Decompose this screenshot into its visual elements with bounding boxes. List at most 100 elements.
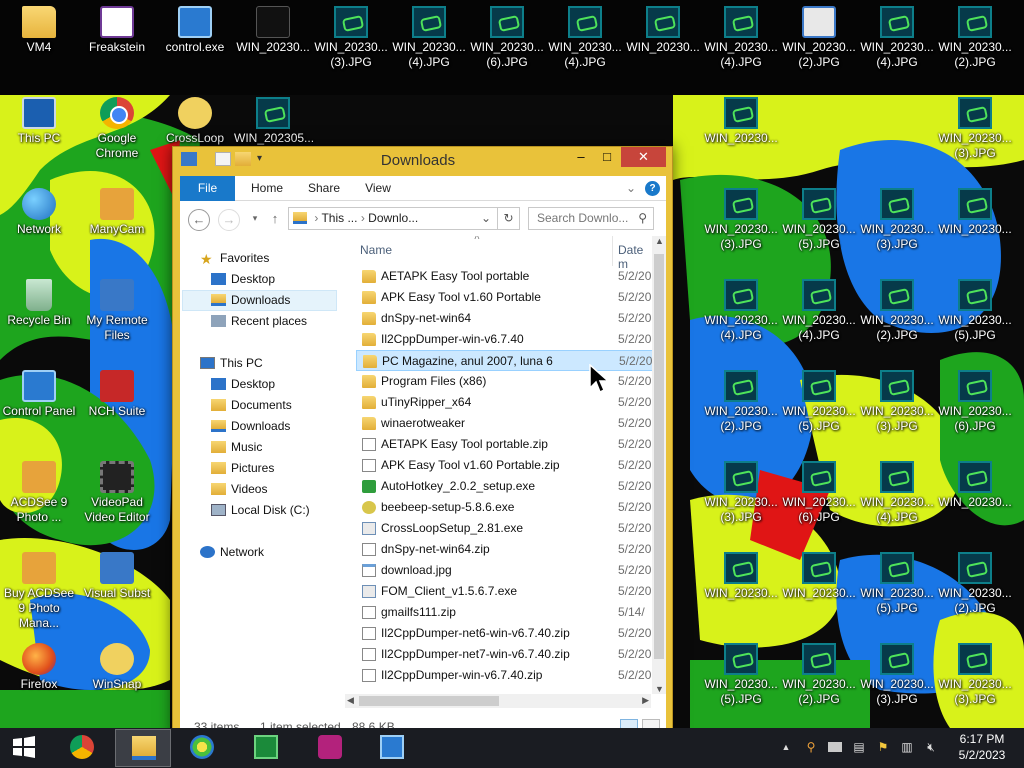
nav-pc-desktop[interactable]: Desktop [211,374,275,395]
minimize-button[interactable]: – [571,147,591,167]
file-row[interactable]: AETAPK Easy Tool portable.zip 5/2/20 [356,434,652,455]
desktop-icon-item[interactable]: ACDSee 9 Photo ... [0,455,78,525]
file-row[interactable]: beebeep-setup-5.8.6.exe 5/2/20 [356,497,652,518]
desktop-icon-item[interactable]: WIN_20230... (4).JPG [780,273,858,343]
file-row[interactable]: AutoHotkey_2.0.2_setup.exe 5/2/20 [356,476,652,497]
desktop-icon-item[interactable]: WIN_20230... (3).JPG [936,637,1014,707]
back-button[interactable]: ← [188,209,210,231]
scroll-right-icon[interactable]: ▶ [642,695,649,706]
desktop-icon-item[interactable]: WIN_20230... (3).JPG [312,0,390,70]
desktop-icon-item[interactable]: WIN_20230... (4).JPG [702,0,780,70]
nav-documents[interactable]: Documents [211,395,292,416]
desktop-icon-item[interactable]: WIN_20230... (2).JPG [936,546,1014,616]
horizontal-scrollbar[interactable]: ◀ ▶ [345,694,651,708]
desktop-icon-item[interactable]: WIN_20230... (3).JPG [858,637,936,707]
taskbar-calculator[interactable] [242,729,289,767]
taskbar-camera[interactable] [306,729,353,767]
desktop-icon-item[interactable]: WIN_20230... (6).JPG [936,364,1014,434]
nav-recent-places[interactable]: Recent places [211,311,307,332]
desktop-icon-item[interactable]: ManyCam [78,182,156,237]
taskbar-control-panel[interactable] [368,729,415,767]
tab-file[interactable]: File [180,176,235,201]
desktop-icon-item[interactable]: WIN_20230... (5).JPG [780,364,858,434]
desktop-icon-item[interactable]: WIN_20230... (5).JPG [936,273,1014,343]
recent-locations-dropdown-icon[interactable]: ▾ [244,209,266,231]
file-row[interactable]: download.jpg 5/2/20 [356,560,652,581]
printer-icon[interactable]: ▤ [852,740,866,754]
expand-ribbon-chevron-icon[interactable]: ⌄ [624,176,638,201]
taskbar-file-explorer[interactable] [115,729,171,767]
file-row[interactable]: AETAPK Easy Tool portable 5/2/20 [356,266,652,287]
file-row[interactable]: Il2CppDumper-win-v6.7.40 5/2/20 [356,329,652,350]
file-row[interactable]: uTinyRipper_x64 5/2/20 [356,392,652,413]
up-button[interactable]: ↑ [264,209,286,231]
title-bar[interactable]: ▾ Downloads – □ ✕ [173,147,672,174]
file-row[interactable]: APK Easy Tool v1.60 Portable.zip 5/2/20 [356,455,652,476]
desktop-icon-item[interactable]: WIN_20230... [702,546,780,601]
system-clock[interactable]: 6:17 PM 5/2/2023 [952,731,1012,763]
file-row[interactable]: dnSpy-net-win64.zip 5/2/20 [356,539,652,560]
desktop-icon-item[interactable]: WIN_20230... (5).JPG [858,546,936,616]
desktop-icon-item[interactable]: WIN_20230... (3).JPG [936,91,1014,161]
tab-view[interactable]: View [356,176,400,201]
quick-access-dropdown-icon[interactable]: ▾ [257,152,273,166]
scroll-left-icon[interactable]: ◀ [347,695,354,706]
desktop-icon-item[interactable]: WIN_20230... [780,546,858,601]
show-hidden-icons-icon[interactable]: ▲ [779,740,793,754]
desktop-icon-item[interactable]: NCH Suite [78,364,156,419]
address-bar[interactable]: › This ... › Downlo... ⌄ [288,207,498,230]
nav-this-pc[interactable]: This PC [200,353,263,374]
desktop-icon-item[interactable]: WIN_20230... (2).JPG [780,0,858,70]
search-input[interactable]: Search Downlo... ⚲ [528,207,654,230]
desktop-icon-item[interactable]: WIN_20230... (4).JPG [858,455,936,525]
desktop-icon-item[interactable]: Control Panel [0,364,78,419]
start-button[interactable] [0,729,47,767]
desktop-icon-item[interactable]: Recycle Bin [0,273,78,328]
file-row[interactable]: winaerotweaker 5/2/20 [356,413,652,434]
breadcrumb-this-pc[interactable]: This ... [321,211,357,225]
desktop-icon-item[interactable]: Visual Subst [78,546,156,601]
tab-share[interactable]: Share [300,176,348,201]
properties-icon[interactable] [215,152,231,166]
desktop-icon-item[interactable]: WIN_20230... [936,182,1014,237]
desktop-icon-item[interactable]: WIN_20230... (4).JPG [390,0,468,70]
network-drive-icon[interactable] [828,742,842,752]
horizontal-scroll-thumb[interactable] [359,696,499,706]
action-center-flag-icon[interactable]: ⚑ [876,740,890,754]
file-row[interactable]: FOM_Client_v1.5.6.7.exe 5/2/20 [356,581,652,602]
nav-local-disk[interactable]: Local Disk (C:) [211,500,310,521]
desktop-icon-item[interactable]: WIN_20230... (3).JPG [858,182,936,252]
desktop-icon-item[interactable]: Network [0,182,78,237]
desktop-icon-item[interactable]: WIN_20230... (2).JPG [936,0,1014,70]
file-row[interactable]: Il2CppDumper-net7-win-v6.7.40.zip 5/2/20 [356,644,652,665]
desktop-icon-item[interactable]: WIN_20230... [702,91,780,146]
desktop-icon-item[interactable]: WIN_20230... (4).JPG [702,273,780,343]
forward-button[interactable]: → [218,209,240,231]
nav-pc-downloads[interactable]: Downloads [211,416,290,437]
file-row[interactable]: CrossLoopSetup_2.81.exe 5/2/20 [356,518,652,539]
nav-music[interactable]: Music [211,437,262,458]
network-status-icon[interactable]: ▥ [900,740,914,754]
desktop-icon-item[interactable]: WIN_20230... (3).JPG [702,455,780,525]
address-dropdown-icon[interactable]: ⌄ [481,208,491,229]
desktop-icon-item[interactable]: WinSnap [78,637,156,692]
desktop-icon-item[interactable]: Firefox [0,637,78,692]
column-header-name[interactable]: Name [360,243,392,257]
desktop-icon-item[interactable]: VM4 [0,0,78,55]
maximize-button[interactable]: □ [597,147,617,167]
desktop-icon-item[interactable]: Google Chrome [78,91,156,161]
desktop-icon-item[interactable]: WIN_20230... (6).JPG [468,0,546,70]
desktop-icon-item[interactable]: WIN_20230... [234,0,312,55]
nav-videos[interactable]: Videos [211,479,267,500]
refresh-button[interactable]: ↻ [498,207,520,230]
scroll-down-icon[interactable]: ▼ [655,684,664,694]
vertical-scrollbar[interactable]: ▲ ▼ [652,236,666,694]
desktop-icon-item[interactable]: My Remote Files [78,273,156,343]
desktop-icon-item[interactable]: This PC [0,91,78,146]
file-row[interactable]: dnSpy-net-win64 5/2/20 [356,308,652,329]
nav-favorites[interactable]: ★ Favorites [200,248,269,269]
nav-downloads[interactable]: Downloads [211,290,290,311]
desktop-icon-item[interactable]: WIN_20230... (4).JPG [546,0,624,70]
desktop-icon-item[interactable]: WIN_20230... (6).JPG [780,455,858,525]
vertical-scroll-thumb[interactable] [654,254,664,659]
